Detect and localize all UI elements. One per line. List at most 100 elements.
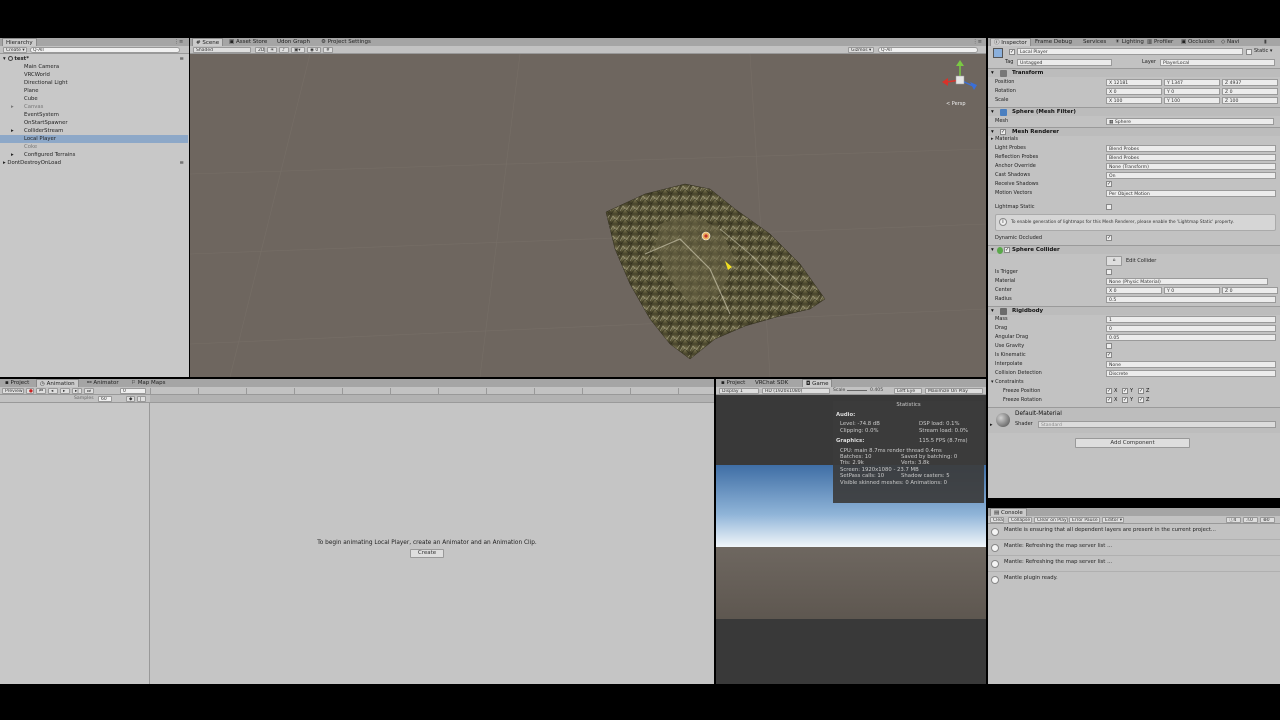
collapse-button[interactable]: Collapse (1008, 517, 1032, 523)
radius-field[interactable]: 0.5 (1106, 296, 1276, 303)
receive-shadows-checkbox[interactable]: ✓ (1106, 181, 1112, 187)
freeze-position-y-checkbox[interactable]: ✓ (1122, 388, 1128, 394)
add-keyframe-button[interactable]: ◆ (126, 396, 135, 402)
lightmap-static-checkbox[interactable] (1106, 204, 1112, 210)
is-trigger-checkbox[interactable] (1106, 269, 1112, 275)
expand-arrow-icon[interactable]: ▸ (990, 422, 993, 428)
object-name-field[interactable]: Local Player (1017, 48, 1243, 55)
dynamic-occluded-checkbox[interactable]: ✓ (1106, 235, 1112, 241)
position-z-field[interactable]: Z 4937 (1222, 79, 1278, 86)
scale-slider[interactable] (847, 390, 867, 391)
drag-field[interactable]: 0 (1106, 325, 1276, 332)
visibility-toggle-icon[interactable]: ◉ 0 (307, 47, 321, 53)
expand-arrow-icon[interactable]: ▾ (991, 246, 994, 255)
angular-drag-field[interactable]: 0.05 (1106, 334, 1276, 341)
cast-shadows-dropdown[interactable]: On (1106, 172, 1276, 179)
materials-foldout[interactable]: ▸ Materials (991, 135, 1018, 143)
freeze-position-z-checkbox[interactable]: ✓ (1138, 388, 1144, 394)
hierarchy-item[interactable]: Directional Light (0, 79, 188, 87)
light-probes-dropdown[interactable]: Blend Probes (1106, 145, 1276, 152)
constraints-foldout[interactable]: ▾ Constraints (991, 378, 1024, 386)
add-event-button[interactable]: | (137, 396, 146, 402)
terrain-mesh[interactable] (190, 54, 986, 377)
mesh-field[interactable]: ▦ Sphere (1106, 118, 1274, 125)
freeze-rotation-z-checkbox[interactable]: ✓ (1138, 397, 1144, 403)
console-log-entry[interactable]: Mantle: Refreshing the map server list .… (988, 556, 1280, 572)
hierarchy-item[interactable]: ▸ Canvas (0, 103, 188, 111)
error-filter-button[interactable]: ⊗0 (1260, 517, 1275, 523)
scene-viewport[interactable]: < Persp (190, 54, 986, 377)
gizmos-dropdown[interactable]: Gizmos ▾ (848, 47, 874, 53)
is-kinematic-checkbox[interactable]: ✓ (1106, 352, 1112, 358)
sphere-collider-header[interactable]: ▾ ✓ Sphere Collider (988, 245, 1280, 254)
editor-dropdown[interactable]: Editor ▾ (1102, 517, 1124, 523)
component-enabled-checkbox[interactable]: ✓ (1004, 247, 1010, 253)
layer-dropdown[interactable]: PlayerLocal (1160, 59, 1275, 66)
menu-icon[interactable]: ≡ (180, 55, 184, 63)
display-dropdown[interactable]: Display 1 (719, 388, 759, 394)
audio-toggle-icon[interactable]: ♪ (279, 47, 289, 53)
perspective-label[interactable]: < Persp (946, 101, 966, 107)
anchor-override-field[interactable]: None (Transform) (1106, 163, 1276, 170)
orientation-gizmo[interactable] (940, 60, 980, 100)
freeze-rotation-y-checkbox[interactable]: ✓ (1122, 397, 1128, 403)
next-key-button[interactable]: ▸| (72, 388, 82, 394)
scale-z-field[interactable]: Z 100 (1222, 97, 1278, 104)
expand-arrow-icon[interactable]: ▾ (3, 56, 6, 62)
hierarchy-item[interactable]: VRCWorld (0, 71, 188, 79)
rotation-x-field[interactable]: X 0 (1106, 88, 1162, 95)
center-x-field[interactable]: X 0 (1106, 287, 1162, 294)
console-log-entry[interactable]: Mantle plugin ready. (988, 572, 1280, 588)
center-z-field[interactable]: Z 0 (1222, 287, 1278, 294)
prev-key-button[interactable]: ◂ (48, 388, 58, 394)
position-y-field[interactable]: Y 1347 (1164, 79, 1220, 86)
mesh-renderer-header[interactable]: ▾ ✓ Mesh Renderer (988, 127, 1280, 136)
hierarchy-item[interactable]: Coke (0, 143, 188, 151)
expand-arrow-icon[interactable]: ▸ (11, 127, 14, 135)
effects-toggle-icon[interactable]: ▣▾ (291, 47, 305, 53)
hierarchy-item[interactable]: Main Camera (0, 63, 188, 71)
rotation-y-field[interactable]: Y 0 (1164, 88, 1220, 95)
hierarchy-item-selected[interactable]: Local Player (0, 135, 188, 143)
mesh-filter-header[interactable]: ▾ Sphere (Mesh Filter) (988, 107, 1280, 116)
mass-field[interactable]: 1 (1106, 316, 1276, 323)
console-log-entry[interactable]: Mantle is ensuring that all dependent la… (988, 524, 1280, 540)
interpolate-dropdown[interactable]: None (1106, 361, 1276, 368)
add-component-button[interactable]: Add Component (1075, 438, 1190, 448)
use-gravity-checkbox[interactable] (1106, 343, 1112, 349)
create-animation-button[interactable]: Create (410, 549, 444, 558)
hierarchy-search-input[interactable]: Q-All (30, 47, 180, 53)
timeline-ruler[interactable] (150, 388, 710, 394)
menu-icon[interactable]: ⋮≡ (174, 39, 183, 45)
preview-button[interactable]: Preview (2, 388, 24, 394)
motion-vectors-dropdown[interactable]: Per Object Motion (1106, 190, 1276, 197)
freeze-position-x-checkbox[interactable]: ✓ (1106, 388, 1112, 394)
hierarchy-item[interactable]: OnStartSpawner (0, 119, 188, 127)
edit-collider-button[interactable]: ⌂ (1106, 256, 1122, 266)
static-dropdown[interactable]: Static ▾ (1254, 48, 1272, 54)
console-log-entry[interactable]: Mantle: Refreshing the map server list .… (988, 540, 1280, 556)
menu-icon[interactable]: ⋮≡ (973, 39, 982, 45)
record-button[interactable]: ● (26, 388, 34, 394)
hierarchy-item[interactable]: Cube (0, 95, 188, 103)
static-checkbox[interactable] (1246, 49, 1252, 55)
shading-mode-dropdown[interactable]: Shaded (193, 47, 251, 53)
create-button[interactable]: Create ▾ (3, 47, 27, 53)
transform-header[interactable]: ▾ Transform (988, 68, 1280, 77)
resolution-dropdown[interactable]: HD (1920x1080) (762, 388, 830, 394)
collider-material-field[interactable]: None (Physic Material) (1106, 278, 1268, 285)
position-x-field[interactable]: X 12181 (1106, 79, 1162, 86)
dontdestroy-root[interactable]: ▸ DontDestroyOnLoad ≡ (0, 159, 188, 167)
active-checkbox[interactable]: ✓ (1009, 49, 1015, 55)
warning-filter-button[interactable]: ⚠0 (1243, 517, 1258, 523)
scene-root[interactable]: ▾ test* ≡ (0, 55, 188, 63)
hierarchy-item[interactable]: Plane (0, 87, 188, 95)
expand-arrow-icon[interactable]: ▸ (3, 160, 6, 166)
eye-dropdown[interactable]: Left Eye (894, 388, 922, 394)
maximize-on-play-button[interactable]: Maximize On Play (925, 388, 983, 394)
expand-arrow-icon[interactable]: ▾ (991, 307, 994, 316)
tag-dropdown[interactable]: Untagged (1017, 59, 1112, 66)
center-y-field[interactable]: Y 0 (1164, 287, 1220, 294)
scale-y-field[interactable]: Y 100 (1164, 97, 1220, 104)
first-key-button[interactable]: ⏮ (36, 388, 46, 394)
